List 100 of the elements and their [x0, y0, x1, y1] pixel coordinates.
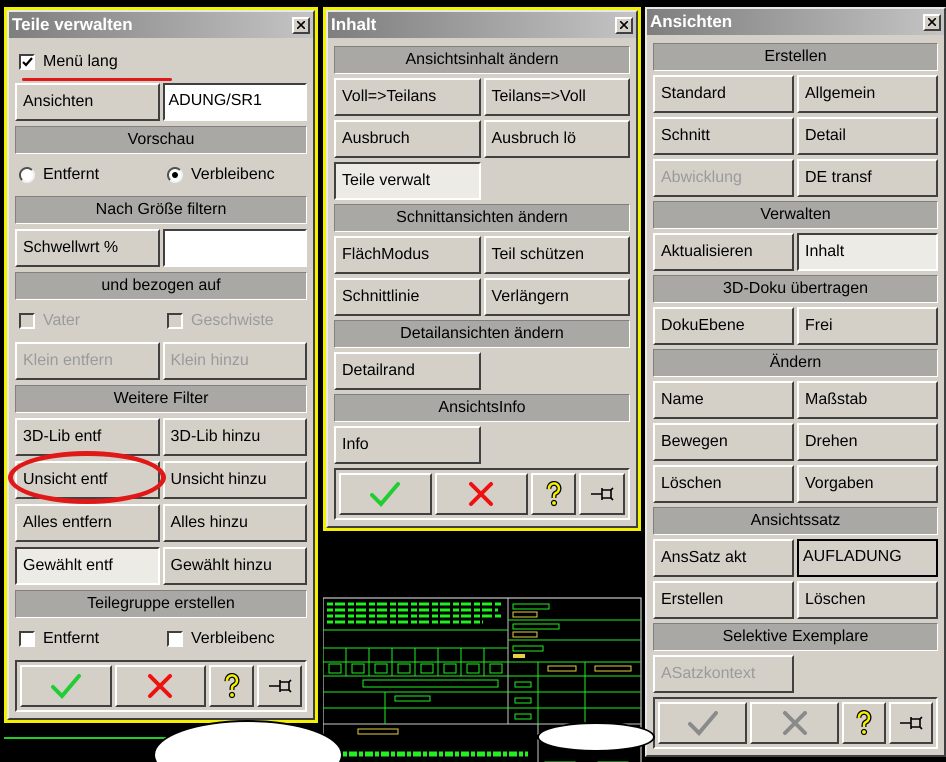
help-button[interactable]	[842, 702, 886, 744]
panel-button[interactable]: Frei	[797, 307, 938, 345]
checkbox-label: Verbleibenc	[191, 629, 275, 649]
panel-button[interactable]: Info	[334, 426, 480, 464]
close-button[interactable]	[923, 14, 941, 30]
checkbox[interactable]	[19, 631, 35, 647]
panel-button[interactable]: Voll=>Teilans	[334, 78, 480, 116]
panel-button[interactable]: Name	[653, 381, 794, 419]
panel-button[interactable]: Ansichten	[15, 83, 160, 121]
cancel-button[interactable]	[434, 473, 528, 515]
section-header: Verwalten	[653, 201, 938, 229]
panel-button[interactable]: Erstellen	[653, 581, 794, 619]
panel-button[interactable]: Schnitt	[653, 117, 794, 155]
close-icon	[928, 18, 936, 26]
check-icon	[22, 57, 32, 67]
panel-button[interactable]: Bewegen	[653, 423, 794, 461]
section-header: Schnittansichten ändern	[334, 204, 630, 232]
panel-button[interactable]: Drehen	[797, 423, 938, 461]
window-title: Teile verwalten	[12, 14, 133, 36]
help-icon	[856, 710, 872, 736]
pin-icon	[268, 679, 292, 693]
radio-label: Entfernt	[43, 165, 100, 185]
panel-button[interactable]: Schwellwrt %	[15, 229, 160, 267]
section-header: 3D-Doku übertragen	[653, 275, 938, 303]
ok-button[interactable]	[339, 473, 432, 515]
section-header: Vorschau	[15, 126, 307, 154]
check-icon	[50, 673, 81, 699]
window-title: Ansichten	[650, 11, 732, 34]
panel-button[interactable]: Teile verwalt	[334, 162, 480, 200]
panel-button[interactable]: Alles entfern	[15, 504, 160, 542]
panel-button[interactable]: Vorgaben	[797, 465, 938, 503]
pin-icon	[590, 487, 614, 501]
section-header: Weitere Filter	[15, 385, 307, 413]
panel-button[interactable]: Detail	[797, 117, 938, 155]
panel-button[interactable]: Allgemein	[797, 75, 938, 113]
section-header: Selektive Exemplare	[653, 623, 938, 651]
section-header: Detailansichten ändern	[334, 320, 630, 348]
checkbox-label: Vater	[43, 311, 80, 331]
panel-button[interactable]: Inhalt	[797, 233, 938, 271]
checkbox[interactable]	[167, 631, 183, 647]
pin-button[interactable]	[257, 665, 302, 707]
close-icon	[620, 21, 628, 29]
panel-button[interactable]: AnsSatz akt	[653, 539, 794, 577]
panel-button[interactable]: Ausbruch lö	[484, 120, 630, 158]
panel-button[interactable]: Verlängern	[484, 278, 630, 316]
window-title: Inhalt	[331, 14, 376, 36]
panel-button[interactable]: Gewählt hinzu	[162, 547, 307, 585]
panel-button[interactable]: 3D-Lib entf	[15, 418, 160, 456]
section-header: Nach Größe filtern	[15, 196, 307, 224]
panel-button[interactable]: Maßstab	[797, 381, 938, 419]
panel-button[interactable]: 3D-Lib hinzu	[162, 418, 307, 456]
close-icon	[147, 673, 174, 699]
radio-label: Verbleibenc	[191, 165, 275, 185]
section-header: Erstellen	[653, 43, 938, 71]
check-icon	[370, 481, 400, 507]
panel-button[interactable]: Schnittlinie	[334, 278, 480, 316]
close-icon	[468, 481, 494, 507]
help-icon	[546, 481, 562, 507]
panel-button[interactable]: Löschen	[797, 581, 938, 619]
help-icon	[224, 673, 240, 699]
pin-button[interactable]	[889, 702, 933, 744]
cancel-button[interactable]	[114, 665, 206, 707]
text-field[interactable]: ADUNG/SR1	[162, 83, 307, 121]
panel-button[interactable]: Standard	[653, 75, 794, 113]
panel-button[interactable]: Gewählt entf	[15, 547, 160, 585]
radio-button[interactable]	[167, 167, 183, 183]
help-button[interactable]	[209, 665, 254, 707]
panel-button[interactable]: Aktualisieren	[653, 233, 794, 271]
panel-button[interactable]: Teilans=>Voll	[484, 78, 630, 116]
checkbox-label: Menü lang	[43, 52, 118, 72]
section-header: AnsichtsInfo	[334, 394, 630, 422]
text-field[interactable]: AUFLADUNG	[797, 539, 938, 577]
panel-button[interactable]: Unsicht entf	[15, 461, 160, 499]
close-icon	[782, 710, 808, 736]
panel-button[interactable]: FlächModus	[334, 236, 480, 274]
pin-button[interactable]	[579, 473, 625, 515]
panel-button[interactable]: DokuEbene	[653, 307, 794, 345]
section-header: Ansichtsinhalt ändern	[334, 46, 630, 74]
close-button[interactable]	[615, 16, 633, 34]
section-header: Ansichtssatz	[653, 507, 938, 535]
section-header: Ändern	[653, 349, 938, 377]
ok-button[interactable]	[20, 665, 112, 707]
close-button[interactable]	[292, 16, 310, 34]
check-icon	[688, 710, 718, 736]
panel-button[interactable]: Unsicht hinzu	[162, 461, 307, 499]
text-field[interactable]	[162, 229, 307, 267]
checkbox-label: Geschwiste	[191, 311, 274, 331]
section-header: und bezogen auf	[15, 272, 307, 300]
panel-button[interactable]: Detailrand	[334, 352, 480, 390]
checkbox[interactable]	[19, 54, 35, 70]
section-header: Teilegruppe erstellen	[15, 590, 307, 618]
radio-button[interactable]	[19, 167, 35, 183]
panel-button[interactable]: Löschen	[653, 465, 794, 503]
help-button[interactable]	[530, 473, 576, 515]
panel-button[interactable]: Ausbruch	[334, 120, 480, 158]
pin-icon	[899, 716, 924, 730]
checkbox-label: Entfernt	[43, 629, 100, 649]
panel-button[interactable]: Alles hinzu	[162, 504, 307, 542]
panel-button[interactable]: DE transf	[797, 159, 938, 197]
panel-button[interactable]: Teil schützen	[484, 236, 630, 274]
